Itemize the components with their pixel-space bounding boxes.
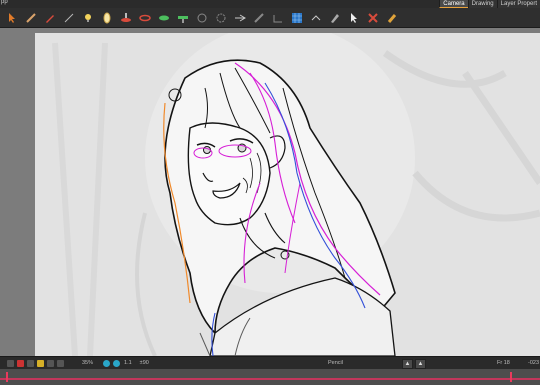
brush-size[interactable]: 1.1: [124, 360, 132, 366]
timeline-marker[interactable]: [510, 372, 512, 382]
arrow-icon[interactable]: [347, 11, 361, 25]
light-table-icon[interactable]: [37, 359, 44, 367]
status-bar: 35% 1.1 ±90 Pencil ▲ ▲ Fr 18 -023: [0, 356, 540, 369]
title-bar: pp Camera Drawing Layer Propert: [0, 0, 540, 8]
pivot-icon[interactable]: [195, 11, 209, 25]
pen-icon[interactable]: [309, 11, 323, 25]
contour-icon[interactable]: [24, 11, 38, 25]
transform-icon[interactable]: [233, 11, 247, 25]
perspective-icon[interactable]: [214, 11, 228, 25]
zoom-icon[interactable]: [27, 359, 34, 367]
pencil-icon[interactable]: [43, 11, 57, 25]
previous-frame-button[interactable]: ▲: [402, 359, 413, 369]
character-drawing: [35, 28, 540, 356]
grid-toggle-icon[interactable]: [47, 359, 54, 367]
shape-icon[interactable]: [157, 11, 171, 25]
lock-icon[interactable]: [17, 359, 24, 367]
paint-brush-icon[interactable]: [385, 11, 399, 25]
scissors-icon[interactable]: [366, 11, 380, 25]
current-tool: Pencil: [328, 360, 343, 366]
status-left-icons: [4, 359, 64, 367]
safe-area-icon[interactable]: [57, 359, 64, 367]
frame-number: Fr 18: [497, 360, 510, 366]
coordinate-readout: -023: [528, 360, 540, 366]
app-title: pp: [1, 0, 8, 5]
frame-nav: ▲ ▲: [402, 359, 426, 369]
next-frame-button[interactable]: ▲: [415, 359, 426, 369]
view-tabs: Camera Drawing Layer Propert: [439, 0, 540, 8]
camera-view[interactable]: [0, 28, 540, 356]
brush-icon[interactable]: [62, 11, 76, 25]
onion-skin-icon[interactable]: [7, 359, 14, 367]
tab-drawing[interactable]: Drawing: [467, 0, 497, 8]
lasso-icon[interactable]: [100, 11, 114, 25]
tab-camera[interactable]: Camera: [439, 0, 468, 8]
cut-icon[interactable]: [328, 11, 342, 25]
rotation-value[interactable]: ±90: [140, 360, 149, 366]
color-swatch-icon[interactable]: [103, 359, 111, 367]
paint-icon[interactable]: [119, 11, 133, 25]
ruler-icon[interactable]: [252, 11, 266, 25]
ellipse-icon[interactable]: [138, 11, 152, 25]
timeline-marker[interactable]: [6, 372, 8, 382]
timeline-playhead-track: [0, 378, 540, 380]
tray-icon[interactable]: [176, 11, 190, 25]
timeline-strip[interactable]: [0, 369, 540, 385]
tab-layer-properties[interactable]: Layer Propert: [496, 0, 540, 8]
grid-icon[interactable]: [290, 11, 304, 25]
brush-preview-icon[interactable]: [113, 359, 121, 367]
morph-icon[interactable]: [271, 11, 285, 25]
tools-toolbar: [0, 8, 540, 28]
drawing-canvas[interactable]: [35, 28, 540, 356]
select-icon[interactable]: [5, 11, 19, 25]
bulb-icon[interactable]: [81, 11, 95, 25]
zoom-level[interactable]: 35%: [82, 360, 93, 366]
